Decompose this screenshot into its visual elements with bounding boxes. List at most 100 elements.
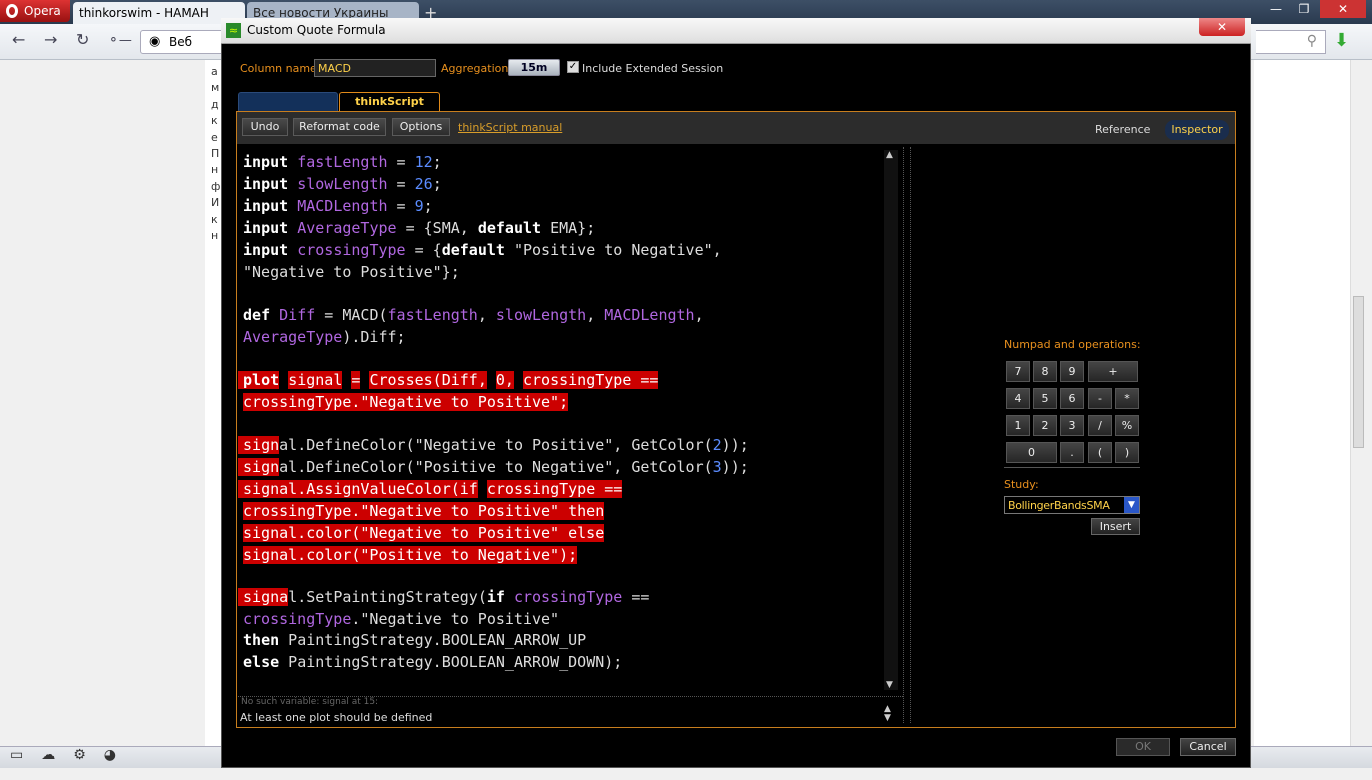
chevron-down-icon[interactable]: ▼ — [1124, 497, 1139, 513]
key-icon[interactable]: ⚬— — [108, 33, 132, 48]
code-token: PaintingStrategy.BOOLEAN_ARROW_UP — [279, 631, 587, 649]
undo-button[interactable]: Undo — [242, 118, 288, 136]
code-token: ."Negative to Positive" — [351, 610, 560, 628]
cancel-button[interactable]: Cancel — [1180, 738, 1236, 756]
insert-button[interactable]: Insert — [1091, 518, 1140, 535]
code-line[interactable]: signal.SetPaintingStrategy(if crossingTy… — [238, 586, 649, 608]
code-editor[interactable]: input fastLength = 12; input slowLength … — [238, 147, 903, 691]
numpad-key[interactable]: 7 — [1006, 361, 1030, 382]
dialog-close-button[interactable]: ✕ — [1199, 18, 1245, 36]
code-token: 26 — [414, 175, 433, 193]
forward-icon[interactable]: → — [44, 30, 57, 49]
thinkscript-manual-link[interactable]: thinkScript manual — [458, 121, 562, 134]
code-token: crossingType — [513, 588, 623, 606]
numpad-label: Numpad and operations: — [1004, 338, 1141, 351]
options-button[interactable]: Options — [392, 118, 450, 136]
code-line[interactable]: AverageType).Diff; — [243, 326, 406, 348]
panel-splitter[interactable] — [903, 147, 911, 723]
study-label: Study: — [1004, 478, 1039, 491]
code-line[interactable]: input fastLength = 12; — [243, 151, 442, 173]
code-token: , — [694, 306, 704, 324]
code-token: PaintingStrategy.BOOLEAN_ARROW_DOWN); — [279, 653, 623, 671]
numpad-key[interactable]: 1 — [1006, 415, 1030, 436]
tab-condition-wizard[interactable] — [238, 92, 338, 112]
code-line[interactable]: crossingType."Negative to Positive" — [243, 608, 559, 630]
reload-icon[interactable]: ↻ — [76, 30, 89, 49]
code-line[interactable]: then PaintingStrategy.BOOLEAN_ARROW_UP — [238, 629, 586, 651]
search-field[interactable]: ⚲ — [1256, 30, 1326, 54]
window-close-icon[interactable]: ✕ — [1320, 0, 1366, 18]
editor-scrollbar[interactable]: ▲ ▼ — [884, 150, 898, 690]
code-line[interactable]: "Negative to Positive"}; — [243, 261, 460, 283]
numpad-key[interactable]: * — [1115, 388, 1139, 409]
numpad-key[interactable]: . — [1060, 442, 1084, 463]
opera-label: Opera — [24, 4, 61, 18]
numpad-key[interactable]: 6 — [1060, 388, 1084, 409]
numpad-key[interactable]: ) — [1115, 442, 1139, 463]
scrollbar-thumb[interactable] — [1353, 296, 1364, 448]
numpad-key[interactable]: 2 — [1033, 415, 1057, 436]
code-line[interactable]: crossingType."Negative to Positive"; — [243, 391, 569, 413]
download-icon[interactable]: ⬇ — [1334, 30, 1349, 51]
inspector-tab[interactable]: Inspector — [1165, 120, 1229, 140]
code-line[interactable]: signal.DefineColor("Negative to Positive… — [238, 434, 749, 456]
browser-tab-thinkorswim[interactable]: thinkorswim - НАМАН — [73, 2, 245, 24]
numpad-key[interactable]: + — [1088, 361, 1138, 382]
code-token: )); — [721, 436, 749, 454]
code-line[interactable]: crossingType."Negative to Positive" then — [243, 500, 605, 522]
restore-icon[interactable]: ❐ — [1290, 0, 1318, 18]
code-line[interactable]: signal.color("Negative to Positive" else — [243, 522, 605, 544]
status-bar-icons[interactable]: ▭☁⚙◕ — [10, 747, 134, 763]
ok-button[interactable]: OK — [1116, 738, 1170, 756]
opera-logo-icon — [6, 4, 18, 18]
code-token: if — [486, 588, 505, 606]
opera-menu-button[interactable]: Opera — [0, 0, 70, 22]
message-scroll-arrows[interactable]: ▲ ▼ — [884, 705, 891, 723]
code-token: sign — [238, 458, 280, 476]
column-name-label: Column name: — [240, 62, 321, 75]
code-line[interactable]: input MACDLength = 9; — [238, 195, 433, 217]
numpad-key[interactable]: 5 — [1033, 388, 1057, 409]
code-line[interactable]: else PaintingStrategy.BOOLEAN_ARROW_DOWN… — [238, 651, 622, 673]
code-line[interactable]: input AverageType = {SMA, default EMA}; — [238, 217, 595, 239]
numpad-key[interactable]: ( — [1088, 442, 1112, 463]
scroll-up-icon[interactable]: ▲ — [886, 150, 893, 160]
code-line[interactable]: plot signal = Crosses(Diff, 0, crossingT… — [238, 369, 659, 391]
error-message: At least one plot should be defined — [240, 711, 433, 724]
code-line[interactable]: input crossingType = {default "Positive … — [238, 239, 722, 261]
aggregation-button[interactable]: 15m — [508, 59, 560, 76]
code-token: , — [586, 306, 605, 324]
code-token: input — [238, 219, 289, 237]
study-select[interactable]: BollingerBandsSMA — [1004, 496, 1140, 514]
code-line[interactable]: signal.AssignValueColor(if crossingType … — [238, 478, 623, 500]
numpad-key[interactable]: - — [1088, 388, 1112, 409]
include-extended-checkbox[interactable]: ✓ — [567, 61, 579, 73]
tab-thinkscript-editor[interactable]: thinkScript Editor — [339, 92, 440, 126]
code-token: al.DefineColor("Positive to Negative", G… — [279, 458, 713, 476]
scroll-down-icon[interactable]: ▼ — [886, 680, 893, 690]
numpad-key[interactable]: / — [1088, 415, 1112, 436]
address-bar[interactable]: ◉ Веб — [140, 30, 224, 54]
code-line[interactable]: input slowLength = 26; — [238, 173, 442, 195]
numpad-key[interactable]: 9 — [1060, 361, 1084, 382]
numpad-key[interactable]: 8 — [1033, 361, 1057, 382]
minimize-icon[interactable]: — — [1262, 0, 1290, 18]
numpad-key[interactable]: 4 — [1006, 388, 1030, 409]
code-token: = — [387, 197, 415, 215]
column-name-input[interactable]: MACD — [314, 59, 436, 77]
reference-tab[interactable]: Reference — [1095, 123, 1150, 136]
code-token: AverageType — [297, 219, 397, 237]
thinkorswim-app-icon: ≈ — [226, 23, 241, 38]
code-token: al.DefineColor("Negative to Positive", G… — [279, 436, 713, 454]
reformat-code-button[interactable]: Reformat code — [293, 118, 386, 136]
page-scrollbar[interactable] — [1350, 60, 1366, 746]
numpad-key[interactable]: % — [1115, 415, 1139, 436]
numpad-key[interactable]: 3 — [1060, 415, 1084, 436]
code-line[interactable]: def Diff = MACD(fastLength, slowLength, … — [238, 304, 704, 326]
back-icon[interactable]: ← — [12, 30, 25, 49]
code-line[interactable]: signal.color("Positive to Negative"); — [243, 544, 578, 566]
code-line[interactable]: signal.DefineColor("Positive to Negative… — [238, 456, 749, 478]
numpad-key[interactable]: 0 — [1006, 442, 1057, 463]
